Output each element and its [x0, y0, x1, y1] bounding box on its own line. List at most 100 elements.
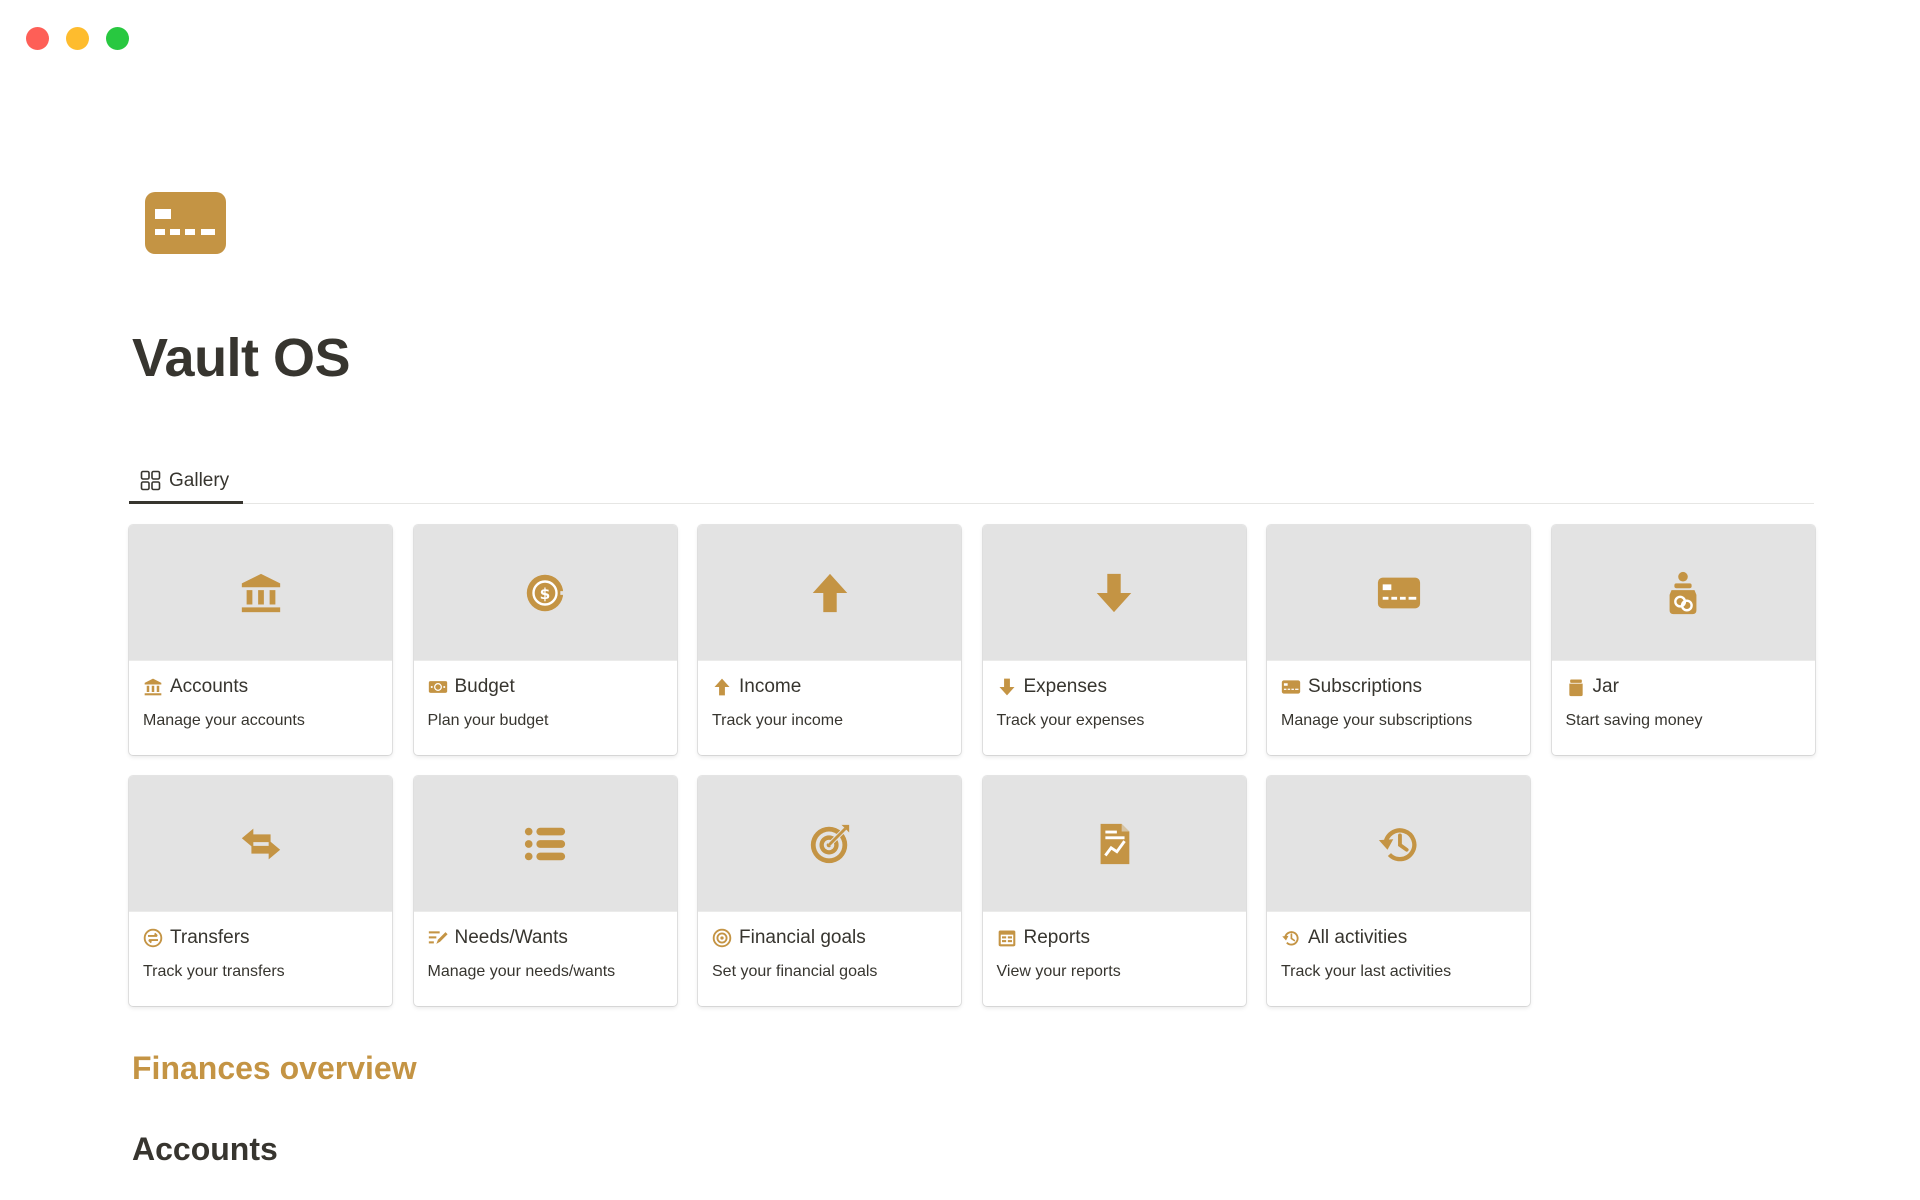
jar-icon	[1568, 679, 1583, 697]
gallery-card-all-activities[interactable]: All activities Track your last activities	[1267, 776, 1530, 1006]
card-title: Transfers	[143, 926, 378, 950]
dollar-coin-icon	[428, 681, 447, 693]
view-tabs: Gallery	[129, 460, 1814, 504]
gallery-card-needs-wants[interactable]: Needs/Wants Manage your needs/wants	[413, 776, 677, 1006]
section-heading-accounts: Accounts	[132, 1131, 278, 1167]
gallery-card-financial-goals[interactable]: Financial goals Set your financial goals	[698, 776, 961, 1006]
gallery-card-budget[interactable]: $ Budget Plan your budget	[413, 525, 677, 755]
card-title: All activities	[1281, 926, 1516, 950]
card-description: Track your transfers	[143, 963, 285, 980]
credit-card-icon	[1377, 577, 1420, 608]
arrow-down-icon	[999, 678, 1014, 696]
card-title-text: Subscriptions	[1308, 676, 1423, 697]
minimize-window-button[interactable]	[66, 27, 89, 50]
card-title-text: Financial goals	[739, 927, 866, 948]
close-window-button[interactable]	[26, 27, 49, 50]
card-cover	[698, 525, 961, 661]
card-body: Needs/Wants Manage your needs/wants	[414, 912, 677, 981]
card-description: Track your expenses	[996, 712, 1145, 729]
card-cover	[982, 776, 1246, 912]
card-title: Income	[712, 675, 947, 699]
card-body: Jar Start saving money	[1552, 661, 1815, 730]
card-title: Budget	[428, 675, 663, 699]
gallery-card-accounts[interactable]: Accounts Manage your accounts	[129, 525, 392, 755]
zoom-window-button[interactable]	[106, 27, 129, 50]
list-icon	[524, 827, 566, 860]
card-title: Needs/Wants	[428, 926, 663, 950]
card-title-text: Expenses	[1023, 676, 1107, 697]
gallery-grid-icon	[140, 470, 161, 491]
svg-text:$: $	[540, 584, 551, 602]
card-title-text: Budget	[454, 676, 515, 697]
gallery-grid: Accounts Manage your accounts $ Budget Plan …	[129, 525, 1815, 1006]
gallery-card-income[interactable]: Income Track your income	[698, 525, 961, 755]
card-body: All activities Track your last activities	[1267, 912, 1530, 981]
card-title-text: Reports	[1023, 927, 1091, 948]
history-icon	[1378, 827, 1416, 861]
arrow-up-icon	[812, 573, 847, 612]
target-icon	[712, 928, 732, 948]
card-description: Track your last activities	[1281, 963, 1452, 980]
card-cover	[982, 525, 1246, 661]
page-title: Vault OS	[132, 328, 351, 388]
card-title-text: All activities	[1308, 927, 1408, 948]
card-cover	[1267, 525, 1530, 661]
transfer-arrows-icon	[241, 828, 280, 859]
card-title: Subscriptions	[1281, 675, 1516, 699]
card-title-text: Needs/Wants	[454, 927, 568, 948]
card-description: Manage your subscriptions	[1281, 712, 1473, 729]
card-description: Manage your accounts	[143, 712, 305, 729]
card-title-text: Transfers	[170, 927, 250, 948]
gallery-card-reports[interactable]: Reports View your reports	[982, 776, 1246, 1006]
card-cover	[413, 776, 677, 912]
card-body: Budget Plan your budget	[414, 661, 677, 730]
bank-icon	[241, 573, 280, 612]
report-icon	[1100, 823, 1130, 864]
card-title-text: Income	[739, 676, 802, 697]
arrow-up-icon	[714, 678, 730, 696]
card-body: Expenses Track your expenses	[983, 661, 1246, 730]
card-body: Reports View your reports	[983, 912, 1246, 981]
card-cover	[1551, 525, 1815, 661]
card-cover	[129, 776, 392, 912]
card-cover	[129, 525, 392, 661]
card-body: Accounts Manage your accounts	[129, 661, 392, 730]
credit-card-icon	[145, 192, 226, 254]
card-description: Start saving money	[1565, 712, 1703, 729]
card-description: View your reports	[996, 963, 1121, 980]
card-title: Reports	[997, 926, 1232, 950]
section-heading-finances-overview: Finances overview	[132, 1050, 417, 1086]
window-controls	[26, 27, 129, 50]
card-body: Financial goals Set your financial goals	[698, 912, 961, 981]
tab-gallery-label: Gallery	[169, 469, 230, 491]
card-cover	[1267, 776, 1530, 912]
history-icon	[1282, 931, 1299, 946]
credit-card-icon	[1281, 680, 1301, 694]
card-title: Accounts	[143, 675, 378, 699]
card-title-text: Accounts	[170, 676, 249, 697]
page-icon[interactable]	[145, 192, 226, 254]
list-icon	[428, 931, 448, 944]
card-body: Income Track your income	[698, 661, 961, 730]
gallery-card-jar[interactable]: Jar Start saving money	[1551, 525, 1815, 755]
card-cover: $	[413, 525, 677, 661]
bank-icon	[144, 678, 162, 696]
target-icon	[810, 824, 849, 863]
card-body: Subscriptions Manage your subscriptions	[1267, 661, 1530, 730]
gallery-card-expenses[interactable]: Expenses Track your expenses	[982, 525, 1246, 755]
card-body: Transfers Track your transfers	[129, 912, 392, 981]
gallery-card-transfers[interactable]: Transfers Track your transfers	[129, 776, 392, 1006]
jar-icon	[1669, 571, 1697, 614]
card-description: Plan your budget	[427, 712, 549, 729]
card-cover	[698, 776, 961, 912]
card-title-text: Jar	[1592, 676, 1619, 697]
card-title: Expenses	[997, 675, 1232, 699]
card-description: Manage your needs/wants	[427, 963, 616, 980]
card-title: Financial goals	[712, 926, 947, 950]
card-description: Track your income	[712, 712, 843, 729]
report-icon	[998, 930, 1015, 947]
gallery-card-subscriptions[interactable]: Subscriptions Manage your subscriptions	[1267, 525, 1530, 755]
card-title: Jar	[1566, 675, 1801, 699]
card-description: Set your financial goals	[712, 963, 878, 980]
tab-gallery[interactable]: Gallery	[129, 460, 243, 504]
